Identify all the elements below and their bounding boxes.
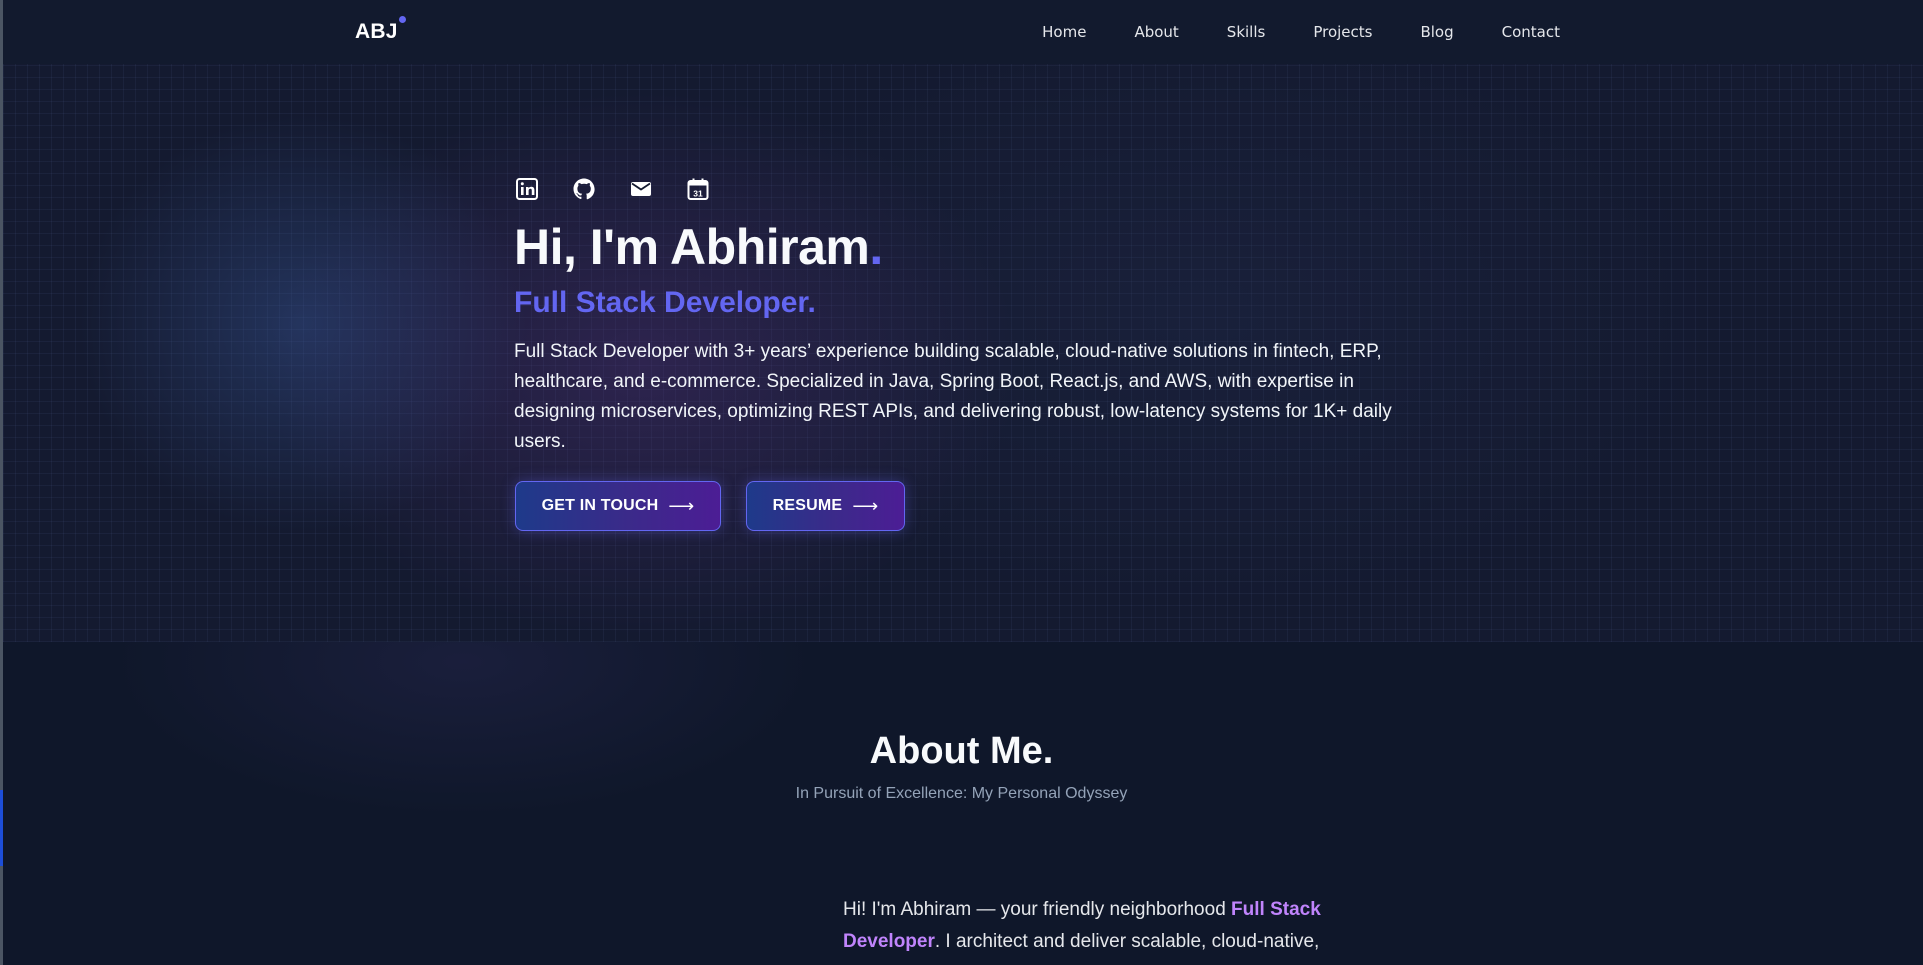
hero-role: Full Stack Developer. xyxy=(514,286,816,319)
linkedin-icon[interactable] xyxy=(514,176,540,202)
about-intro: Hi! I'm Abhiram — your friendly neighbor… xyxy=(843,894,1363,958)
resume-label: RESUME xyxy=(772,497,843,514)
nav-link-blog[interactable]: Blog xyxy=(1420,23,1453,41)
hero-description: Full Stack Developer with 3+ years’ expe… xyxy=(514,341,1392,452)
about-intro-start: Hi! I'm Abhiram — your friendly neighbor… xyxy=(843,899,1232,920)
navbar: ABJ Home About Skills Projects Blog Cont… xyxy=(3,0,1923,64)
get-in-touch-button[interactable]: GET IN TOUCH ⟶ xyxy=(515,481,721,531)
scroll-indicator xyxy=(0,790,3,866)
calendar-icon[interactable]: 31 xyxy=(685,176,711,202)
github-icon[interactable] xyxy=(571,176,597,202)
get-in-touch-label: GET IN TOUCH xyxy=(541,497,659,514)
calendar-day: 31 xyxy=(693,188,703,198)
hero-title: Hi, I'm Abhiram. xyxy=(514,218,883,276)
nav-link-home[interactable]: Home xyxy=(1042,23,1086,41)
nav-link-contact[interactable]: Contact xyxy=(1502,23,1560,41)
mail-icon[interactable] xyxy=(628,176,654,202)
social-links: 31 xyxy=(514,176,742,202)
about-intro-end: . I architect and deliver scalable, clou… xyxy=(934,931,1320,952)
logo-dot xyxy=(399,16,406,23)
nav-links: Home About Skills Projects Blog Contact xyxy=(994,0,1560,64)
arrow-right-icon: ⟶ xyxy=(668,495,695,516)
nav-link-about[interactable]: About xyxy=(1134,23,1178,41)
nav-link-projects[interactable]: Projects xyxy=(1313,23,1372,41)
nav-link-skills[interactable]: Skills xyxy=(1227,23,1266,41)
arrow-right-icon: ⟶ xyxy=(852,495,879,516)
about-title: About Me. xyxy=(869,730,1054,772)
resume-button[interactable]: RESUME ⟶ xyxy=(746,481,905,531)
logo[interactable]: ABJ xyxy=(355,20,398,44)
about-subtitle: In Pursuit of Excellence: My Personal Od… xyxy=(795,785,1128,802)
hero-title-dot: . xyxy=(869,219,883,275)
hero-title-text: Hi, I'm Abhiram xyxy=(514,219,870,275)
